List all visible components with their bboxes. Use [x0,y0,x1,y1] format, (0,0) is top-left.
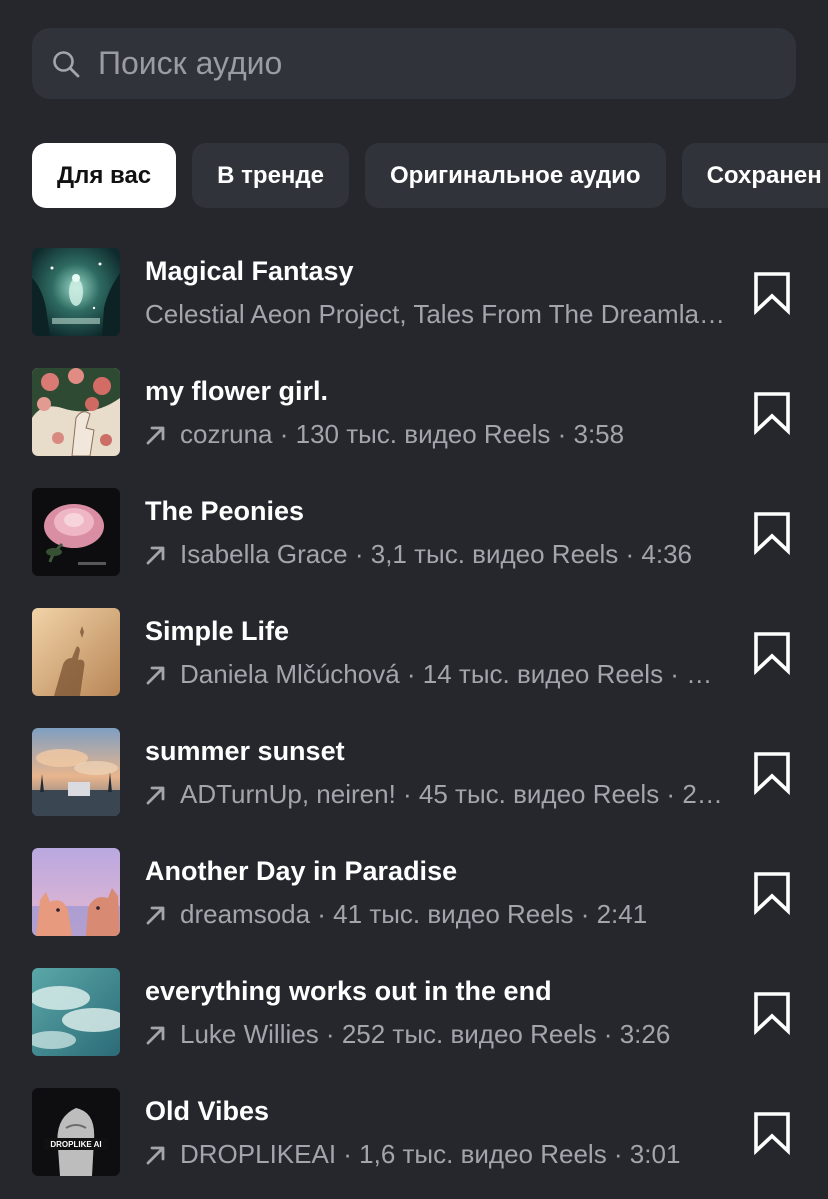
track-meta: dreamsoda · 41 тыс. видео Reels · 2:41 [180,899,648,929]
bookmark-icon[interactable] [752,511,792,555]
track-row[interactable]: Simple Life Daniela Mlčúchová · 14 тыс. … [0,608,828,728]
track-row[interactable]: my flower girl. cozruna · 130 тыс. видео… [0,368,828,488]
trending-arrow-icon [145,784,167,806]
track-title: Another Day in Paradise [145,856,458,886]
trending-arrow-icon [145,1024,167,1046]
bookmark-icon[interactable] [752,751,792,795]
track-row[interactable]: Magical Fantasy Celestial Aeon Project, … [0,248,828,368]
track-artists: Celestial Aeon Project, Tales From The D… [145,299,725,329]
track-meta: Isabella Grace · 3,1 тыс. видео Reels · … [180,539,692,569]
bookmark-icon[interactable] [752,871,792,915]
track-subtitle: Celestial Aeon Project, Tales From The D… [145,299,725,330]
audio-browser: Для вас В тренде Оригинальное аудио Сохр… [0,0,828,1199]
track-subtitle: cozruna · 130 тыс. видео Reels · 3:58 [145,419,624,450]
track-meta: Luke Willies · 252 тыс. видео Reels · 3:… [180,1019,671,1049]
album-art [32,968,120,1056]
tab-trending[interactable]: В тренде [192,143,349,208]
trending-arrow-icon [145,904,167,926]
track-title: my flower girl. [145,376,329,406]
track-row[interactable]: The Peonies Isabella Grace · 3,1 тыс. ви… [0,488,828,608]
track-subtitle: Isabella Grace · 3,1 тыс. видео Reels · … [145,539,692,570]
tab-original-audio[interactable]: Оригинальное аудио [365,143,666,208]
search-bar[interactable] [32,28,796,99]
album-art: DROPLIKE AI [32,1088,120,1176]
track-row[interactable]: everything works out in the end Luke Wil… [0,968,828,1088]
bookmark-icon[interactable] [752,1111,792,1155]
tab-saved[interactable]: Сохранен [681,143,828,208]
album-art [32,608,120,696]
track-meta: Daniela Mlčúchová · 14 тыс. видео Reels … [180,659,725,689]
track-subtitle: Luke Willies · 252 тыс. видео Reels · 3:… [145,1019,670,1050]
bookmark-icon[interactable] [752,631,792,675]
trending-arrow-icon [145,424,167,446]
track-title: everything works out in the end [145,976,552,1006]
track-title: Old Vibes [145,1096,270,1126]
album-art [32,488,120,576]
bookmark-icon[interactable] [752,991,792,1035]
track-row[interactable]: DROPLIKE AI Old Vibes DROPLIKEAI · 1,6 т… [0,1088,828,1199]
album-art [32,368,120,456]
search-input[interactable] [98,45,796,82]
trending-arrow-icon [145,544,167,566]
track-title: Simple Life [145,616,290,646]
track-subtitle: dreamsoda · 41 тыс. видео Reels · 2:41 [145,899,647,930]
tab-for-you[interactable]: Для вас [32,143,177,208]
album-art [32,248,120,336]
search-icon [52,50,80,78]
filter-tabs: Для вас В тренде Оригинальное аудио Сохр… [32,143,828,208]
album-art [32,728,120,816]
track-title: Magical Fantasy [145,256,354,286]
track-list: Magical Fantasy Celestial Aeon Project, … [0,248,828,1199]
track-row[interactable]: Another Day in Paradise dreamsoda · 41 т… [0,848,828,968]
track-title: summer sunset [145,736,345,766]
trending-arrow-icon [145,664,167,686]
track-title: The Peonies [145,496,305,526]
trending-arrow-icon [145,1144,167,1166]
track-subtitle: DROPLIKEAI · 1,6 тыс. видео Reels · 3:01 [145,1139,680,1170]
track-meta: cozruna · 130 тыс. видео Reels · 3:58 [180,419,625,449]
track-subtitle: ADTurnUp, neiren! · 45 тыс. видео Reels … [145,779,725,810]
album-art [32,848,120,936]
svg-text:DROPLIKE AI: DROPLIKE AI [50,1140,101,1149]
bookmark-icon[interactable] [752,391,792,435]
bookmark-icon[interactable] [752,271,792,315]
track-meta: ADTurnUp, neiren! · 45 тыс. видео Reels … [180,779,725,809]
track-subtitle: Daniela Mlčúchová · 14 тыс. видео Reels … [145,659,725,690]
track-row[interactable]: summer sunset ADTurnUp, neiren! · 45 тыс… [0,728,828,848]
track-meta: DROPLIKEAI · 1,6 тыс. видео Reels · 3:01 [180,1139,681,1169]
